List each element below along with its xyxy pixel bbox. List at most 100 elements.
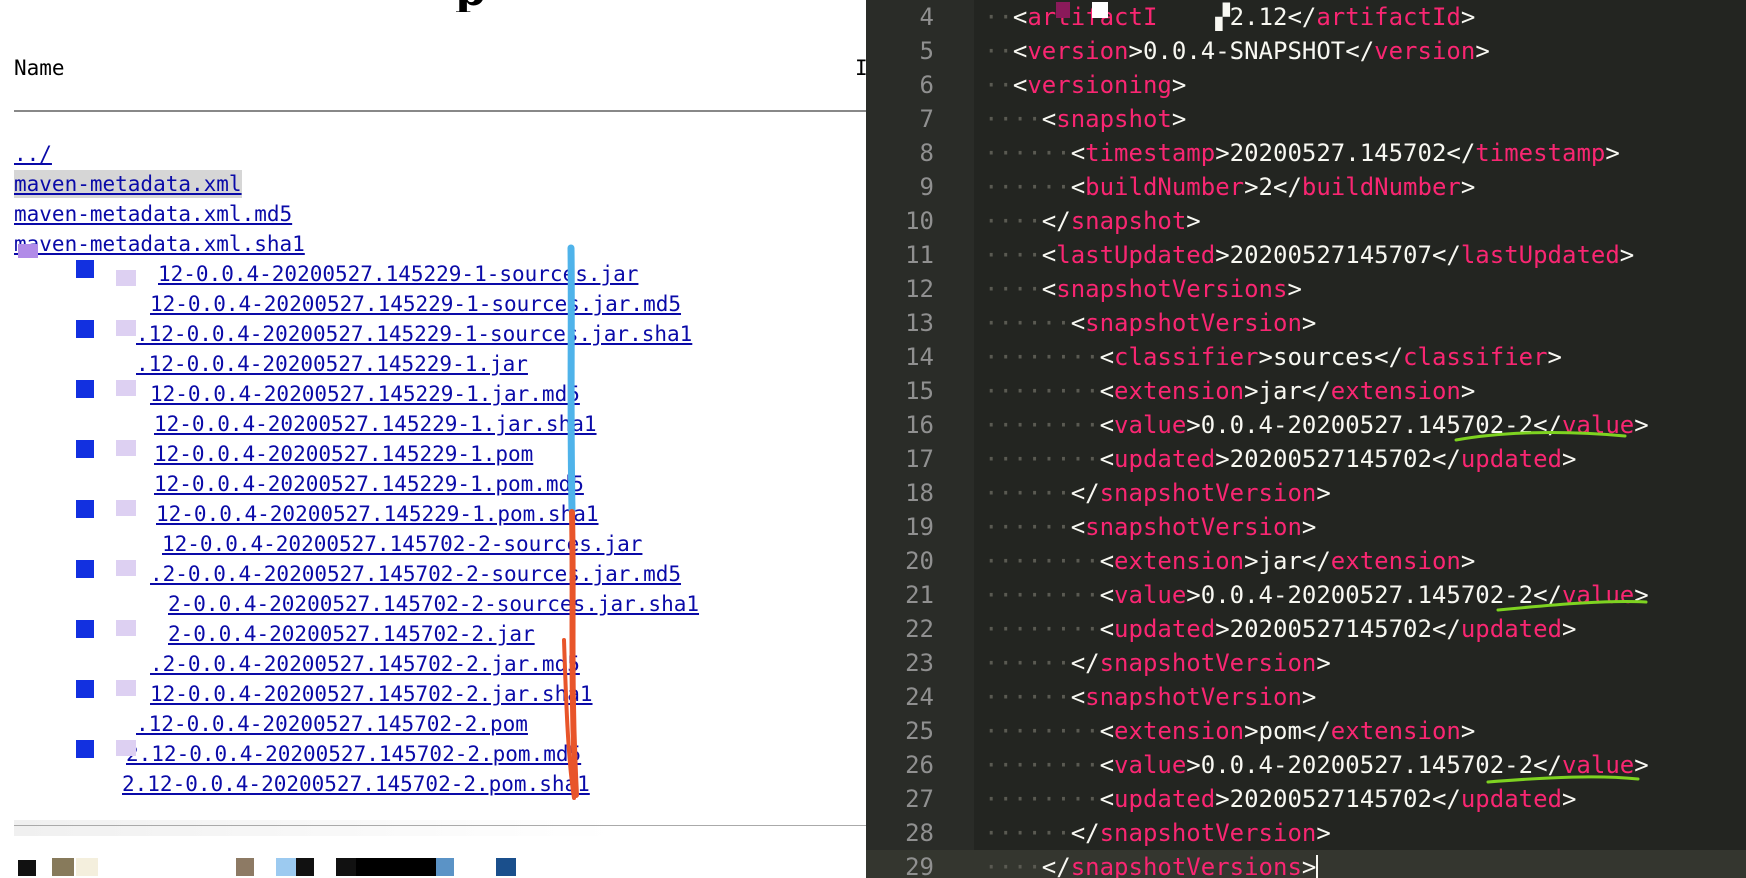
code-line[interactable]: 8 ······<timestamp>20200527.145702</times… bbox=[866, 136, 1746, 170]
code-line[interactable]: 5 ··<version>0.0.4-SNAPSHOT</version> bbox=[866, 34, 1746, 68]
code-line[interactable]: 27 ········<updated>20200527145702</updat… bbox=[866, 782, 1746, 816]
file-link[interactable]: maven-metadata.xml.md5 bbox=[14, 200, 292, 228]
xml-tag-name: snapshotVersion bbox=[1099, 649, 1317, 677]
xml-text: > bbox=[1316, 819, 1331, 847]
redaction-block bbox=[356, 858, 436, 876]
file-link[interactable]: maven-metadata.xml bbox=[14, 170, 242, 198]
code-line[interactable]: 17 ········<updated>20200527145702</updat… bbox=[866, 442, 1746, 476]
xml-text: >2</ bbox=[1244, 173, 1302, 201]
redaction-mark bbox=[1056, 2, 1070, 18]
code-text: ······</snapshotVersion> bbox=[984, 479, 1331, 507]
file-link[interactable]: 12-0.0.4-20200527.145229-1-sources.jar.m… bbox=[150, 290, 681, 318]
directory-listing-panel: p Name I ../maven-metadata.xmlmaven-meta… bbox=[0, 0, 866, 878]
xml-text: > bbox=[1619, 241, 1635, 269]
redaction-block bbox=[116, 680, 136, 696]
file-link[interactable]: 12-0.0.4-20200527.145702-2.jar.sha1 bbox=[150, 680, 593, 708]
xml-tag-name: lastUpdated bbox=[1056, 241, 1216, 269]
code-line[interactable]: 22 ········<updated>20200527145702</updat… bbox=[866, 612, 1746, 646]
file-link[interactable]: 2.12-0.0.4-20200527.145702-2.pom.md5 bbox=[126, 740, 581, 768]
redaction-block bbox=[336, 858, 356, 876]
file-link[interactable]: 2.12-0.0.4-20200527.145702-2.pom.sha1 bbox=[122, 770, 590, 798]
code-line[interactable]: 28 ······</snapshotVersion> bbox=[866, 816, 1746, 850]
code-text: ········<updated>20200527145702</updated… bbox=[984, 615, 1577, 643]
xml-text: < bbox=[1099, 547, 1115, 575]
code-text: ········<value>0.0.4-20200527.145702-2</… bbox=[984, 411, 1649, 439]
file-link[interactable]: .12-0.0.4-20200527.145702-2.pom bbox=[136, 710, 528, 738]
xml-text: > bbox=[1301, 683, 1317, 711]
file-link[interactable]: 12-0.0.4-20200527.145229-1.jar.sha1 bbox=[154, 410, 597, 438]
redaction-block bbox=[296, 858, 314, 876]
code-text: ····<snapshotVersions> bbox=[984, 275, 1302, 303]
code-line[interactable]: 9 ······<buildNumber>2</buildNumber> bbox=[866, 170, 1746, 204]
file-link[interactable]: .12-0.0.4-20200527.145229-1-sources.jar.… bbox=[136, 320, 692, 348]
xml-tag-name: updated bbox=[1460, 615, 1562, 643]
file-link[interactable]: 12-0.0.4-20200527.145702-2-sources.jar bbox=[162, 530, 642, 558]
xml-text: >pom</ bbox=[1244, 717, 1331, 745]
code-line[interactable]: 19 ······<snapshotVersion> bbox=[866, 510, 1746, 544]
line-number: 13 bbox=[905, 309, 934, 337]
file-link[interactable]: maven-metadata.xml.sha1 bbox=[14, 230, 305, 258]
column-header-date[interactable]: I bbox=[855, 56, 866, 80]
code-line[interactable]: 23 ······</snapshotVersion> bbox=[866, 646, 1746, 680]
code-line[interactable]: 4··<artifactI ▞2.12</artifactId> bbox=[866, 0, 1746, 34]
xml-text: < bbox=[1012, 3, 1028, 31]
file-link[interactable]: 12-0.0.4-20200527.145229-1-sources.jar bbox=[158, 260, 638, 288]
file-link[interactable]: .2-0.0.4-20200527.145702-2.jar.md5 bbox=[150, 650, 580, 678]
xml-text: >sources</ bbox=[1258, 343, 1404, 371]
code-line[interactable]: 29 ····</snapshotVersions> bbox=[866, 850, 1746, 878]
xml-tag-name: extension bbox=[1114, 547, 1245, 575]
file-link[interactable]: 2-0.0.4-20200527.145702-2.jar bbox=[168, 620, 535, 648]
file-link[interactable]: 12-0.0.4-20200527.145229-1.jar.md5 bbox=[150, 380, 580, 408]
file-link[interactable]: .12-0.0.4-20200527.145229-1.jar bbox=[136, 350, 528, 378]
code-line[interactable]: 12 ····<snapshotVersions> bbox=[866, 272, 1746, 306]
file-link[interactable]: 12-0.0.4-20200527.145229-1.pom bbox=[154, 440, 533, 468]
code-line[interactable]: 24 ······<snapshotVersion> bbox=[866, 680, 1746, 714]
code-text: ········<value>0.0.4-20200527.145702-2</… bbox=[984, 581, 1649, 609]
xml-tag-name: value bbox=[1561, 751, 1635, 779]
redaction-block bbox=[116, 560, 136, 576]
code-text: ········<updated>20200527145702</updated… bbox=[984, 445, 1577, 473]
xml-text: > bbox=[1460, 547, 1476, 575]
xml-tag-name: updated bbox=[1460, 445, 1562, 473]
file-link[interactable]: 2-0.0.4-20200527.145702-2-sources.jar.sh… bbox=[168, 590, 699, 618]
xml-text: < bbox=[1099, 785, 1115, 813]
xml-tag-name: extension bbox=[1330, 547, 1461, 575]
redaction-block bbox=[236, 858, 254, 876]
column-header-name[interactable]: Name bbox=[14, 56, 65, 80]
file-link[interactable]: 12-0.0.4-20200527.145229-1.pom.md5 bbox=[154, 470, 584, 498]
code-text: ········<updated>20200527145702</updated… bbox=[984, 785, 1577, 813]
code-line[interactable]: 21 ········<value>0.0.4-20200527.145702-2… bbox=[866, 578, 1746, 612]
xml-tag-name: extension bbox=[1114, 717, 1245, 745]
code-line[interactable]: 25 ········<extension>pom</extension> bbox=[866, 714, 1746, 748]
line-number: 16 bbox=[905, 411, 934, 439]
xml-tag-name: snapshotVersion bbox=[1099, 479, 1317, 507]
code-text: ······</snapshotVersion> bbox=[984, 819, 1331, 847]
xml-tag-name: classifier bbox=[1403, 343, 1548, 371]
redaction-block bbox=[436, 858, 454, 876]
code-line[interactable]: 26 ········<value>0.0.4-20200527.145702-2… bbox=[866, 748, 1746, 782]
code-editor[interactable]: 4··<artifactI ▞2.12</artifactId> 5 ··<vers… bbox=[866, 0, 1746, 878]
code-line[interactable]: 13 ······<snapshotVersion> bbox=[866, 306, 1746, 340]
code-line[interactable]: 20 ········<extension>jar</extension> bbox=[866, 544, 1746, 578]
xml-text: > bbox=[1562, 615, 1577, 643]
code-line[interactable]: 16 ········<value>0.0.4-20200527.145702-2… bbox=[866, 408, 1746, 442]
file-link[interactable]: 12-0.0.4-20200527.145229-1.pom.sha1 bbox=[156, 500, 599, 528]
redaction-block bbox=[52, 858, 74, 876]
xml-text: >0.0.4-20200527.145702-2</ bbox=[1186, 581, 1562, 609]
code-line[interactable]: 11 ····<lastUpdated>20200527145707</lastU… bbox=[866, 238, 1746, 272]
xml-text: < bbox=[1099, 615, 1115, 643]
code-line[interactable]: 18 ······</snapshotVersion> bbox=[866, 476, 1746, 510]
xml-text: >0.0.4-20200527.145702-2</ bbox=[1186, 411, 1562, 439]
code-line[interactable]: 15 ········<extension>jar</extension> bbox=[866, 374, 1746, 408]
xml-text: < bbox=[1041, 241, 1057, 269]
xml-tag-name: extension bbox=[1330, 717, 1461, 745]
xml-tag-name: snapshot bbox=[1056, 105, 1172, 133]
code-line[interactable]: 14 ········<classifier>sources</classifie… bbox=[866, 340, 1746, 374]
code-text: ··<versioning> bbox=[984, 71, 1187, 99]
xml-text: < bbox=[1099, 581, 1115, 609]
code-line[interactable]: 6 ··<versioning> bbox=[866, 68, 1746, 102]
code-line[interactable]: 7 ····<snapshot> bbox=[866, 102, 1746, 136]
file-link[interactable]: ../ bbox=[14, 140, 52, 168]
file-link[interactable]: .2-0.0.4-20200527.145702-2-sources.jar.m… bbox=[150, 560, 681, 588]
code-line[interactable]: 10 ····</snapshot> bbox=[866, 204, 1746, 238]
